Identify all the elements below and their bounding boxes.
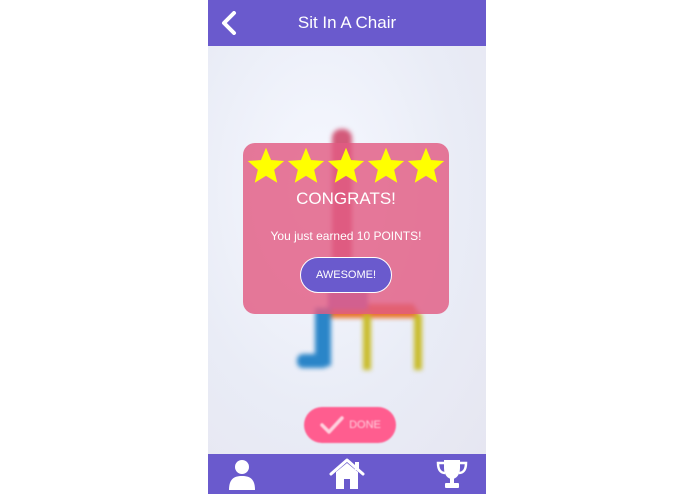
star-icon: [247, 147, 285, 183]
done-button[interactable]: DONE: [304, 407, 396, 443]
congrats-title: CONGRATS!: [296, 189, 396, 208]
nav-trophy[interactable]: [432, 454, 472, 494]
star-icon: [367, 147, 405, 183]
nav-profile[interactable]: [222, 454, 262, 494]
checkmark-icon: [320, 416, 344, 434]
back-button[interactable]: [216, 9, 244, 37]
congrats-dialog: CONGRATS! You just earned 10 POINTS! AWE…: [243, 143, 449, 314]
star-rating: [247, 147, 445, 185]
profile-icon: [229, 460, 255, 490]
awesome-button[interactable]: AWESOME!: [300, 257, 392, 293]
star-icon: [407, 147, 445, 183]
star-icon: [327, 147, 365, 183]
app-screen: Sit In A Chair CONGRATS! You just earned…: [208, 0, 486, 494]
star-icon: [287, 147, 325, 183]
header-bar: Sit In A Chair: [208, 0, 486, 46]
nav-home[interactable]: [327, 454, 367, 494]
bottom-nav: [208, 454, 486, 494]
exercise-area: CONGRATS! You just earned 10 POINTS! AWE…: [208, 46, 486, 454]
done-label: DONE: [349, 419, 381, 431]
points-message: You just earned 10 POINTS!: [270, 229, 422, 243]
home-icon: [329, 458, 365, 489]
chevron-left-icon: [222, 11, 236, 35]
page-title: Sit In A Chair: [297, 13, 397, 32]
trophy-icon: [436, 460, 468, 488]
